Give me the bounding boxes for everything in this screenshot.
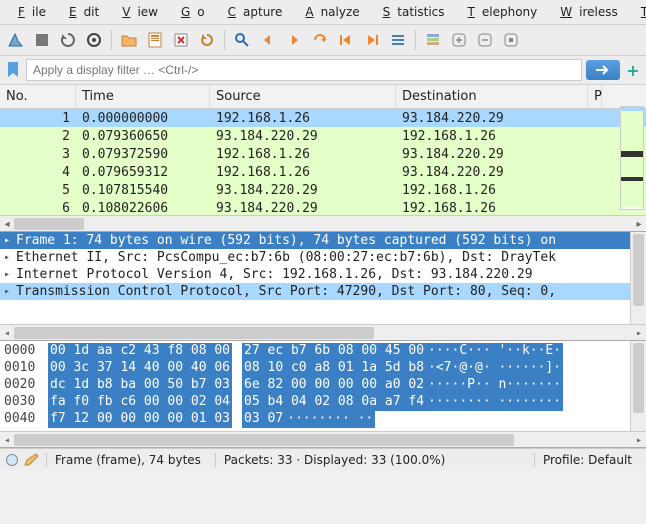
bookmark-icon[interactable] xyxy=(4,61,22,79)
status-packet-counts: Packets: 33 · Displayed: 33 (100.0%) xyxy=(215,453,528,467)
expert-info-icon[interactable] xyxy=(6,454,18,466)
shark-fin-icon[interactable] xyxy=(4,28,28,52)
packet-row[interactable]: 50.10781554093.184.220.29192.168.1.26 xyxy=(0,181,646,199)
go-back-button[interactable] xyxy=(256,28,280,52)
column-header-no[interactable]: No. xyxy=(0,85,76,108)
add-filter-button[interactable]: + xyxy=(624,61,642,79)
menu-file[interactable]: File xyxy=(4,2,53,22)
hex-row[interactable]: 0000 00 1d aa c2 43 f8 08 00 27 ec b7 6b… xyxy=(4,343,642,360)
packet-row[interactable]: 10.000000000192.168.1.2693.184.220.29 xyxy=(0,109,646,127)
capture-options-button[interactable] xyxy=(82,28,106,52)
column-header-source[interactable]: Source xyxy=(210,85,396,108)
open-file-button[interactable] xyxy=(117,28,141,52)
protocol-tree-item[interactable]: ▸Transmission Control Protocol, Src Port… xyxy=(0,283,646,300)
menu-statistics[interactable]: Statistics xyxy=(369,2,452,22)
toolbar-separator xyxy=(415,30,416,50)
menu-analyze[interactable]: Analyze xyxy=(291,2,366,22)
display-filter-input[interactable] xyxy=(26,59,582,81)
hex-row[interactable]: 0030 fa f0 fb c6 00 00 02 04 05 b4 04 02… xyxy=(4,394,642,411)
go-first-button[interactable] xyxy=(334,28,358,52)
packet-list-body[interactable]: 10.000000000192.168.1.2693.184.220.2920.… xyxy=(0,109,646,215)
menu-edit[interactable]: Edit xyxy=(55,2,106,22)
protocol-tree-item[interactable]: ▸Frame 1: 74 bytes on wire (592 bits), 7… xyxy=(0,232,646,249)
column-header-destination[interactable]: Destination xyxy=(396,85,588,108)
find-packet-button[interactable] xyxy=(230,28,254,52)
menu-telephony[interactable]: Telephony xyxy=(454,2,545,22)
toolbar-separator xyxy=(224,30,225,50)
menu-go[interactable]: Go xyxy=(167,2,212,22)
menu-bar: FileEditViewGoCaptureAnalyzeStatisticsTe… xyxy=(0,0,646,25)
packet-list-header[interactable]: No. Time Source Destination P xyxy=(0,85,646,109)
protocol-tree-item[interactable]: ▸Ethernet II, Src: PcsCompu_ec:b7:6b (08… xyxy=(0,249,646,266)
toolbar xyxy=(0,25,646,56)
packet-list-pane: No. Time Source Destination P 10.0000000… xyxy=(0,85,646,232)
horizontal-scrollbar[interactable]: ◂▸ xyxy=(0,215,646,231)
horizontal-scrollbar[interactable]: ◂▸ xyxy=(0,431,646,447)
vertical-scrollbar[interactable] xyxy=(630,341,646,431)
colorize-button[interactable] xyxy=(421,28,445,52)
stop-capture-button[interactable] xyxy=(30,28,54,52)
menu-tools[interactable]: Tools xyxy=(627,2,646,22)
menu-wireless[interactable]: Wireless xyxy=(546,2,624,22)
hex-row[interactable]: 0010 00 3c 37 14 40 00 40 06 08 10 c0 a8… xyxy=(4,360,642,377)
vertical-scrollbar[interactable] xyxy=(630,232,646,324)
go-to-packet-button[interactable] xyxy=(308,28,332,52)
zoom-reset-button[interactable] xyxy=(499,28,523,52)
close-file-button[interactable] xyxy=(169,28,193,52)
packet-row[interactable]: 40.079659312192.168.1.2693.184.220.29 xyxy=(0,163,646,181)
menu-capture[interactable]: Capture xyxy=(214,2,290,22)
reload-file-button[interactable] xyxy=(195,28,219,52)
zoom-in-button[interactable] xyxy=(447,28,471,52)
save-file-button[interactable] xyxy=(143,28,167,52)
packet-row[interactable]: 20.07936065093.184.220.29192.168.1.26 xyxy=(0,127,646,145)
go-forward-button[interactable] xyxy=(282,28,306,52)
status-bar: Frame (frame), 74 bytes Packets: 33 · Di… xyxy=(0,448,646,470)
horizontal-scrollbar[interactable]: ◂▸ xyxy=(0,324,646,340)
protocol-tree-item[interactable]: ▸Internet Protocol Version 4, Src: 192.1… xyxy=(0,266,646,283)
hex-row[interactable]: 0020 dc 1d b8 ba 00 50 b7 03 6e 82 00 00… xyxy=(4,377,642,394)
column-header-time[interactable]: Time xyxy=(76,85,210,108)
column-header-protocol[interactable]: P xyxy=(588,85,602,108)
status-profile[interactable]: Profile: Default xyxy=(534,453,640,467)
restart-capture-button[interactable] xyxy=(56,28,80,52)
display-filter-bar: + xyxy=(0,56,646,85)
menu-view[interactable]: View xyxy=(108,2,165,22)
go-last-button[interactable] xyxy=(360,28,384,52)
intelligent-scrollbar[interactable] xyxy=(620,106,644,210)
packet-row[interactable]: 60.10802260693.184.220.29192.168.1.26 xyxy=(0,199,646,215)
hex-row[interactable]: 0040 f7 12 00 00 00 00 01 03 03 07 ·····… xyxy=(4,411,642,428)
toolbar-separator xyxy=(111,30,112,50)
zoom-out-button[interactable] xyxy=(473,28,497,52)
edit-capture-comment-icon[interactable] xyxy=(24,453,40,467)
packet-details-pane: ▸Frame 1: 74 bytes on wire (592 bits), 7… xyxy=(0,232,646,341)
status-frame-info: Frame (frame), 74 bytes xyxy=(46,453,209,467)
apply-filter-button[interactable] xyxy=(586,60,620,80)
packet-row[interactable]: 30.079372590192.168.1.2693.184.220.29 xyxy=(0,145,646,163)
packet-bytes-pane: 0000 00 1d aa c2 43 f8 08 00 27 ec b7 6b… xyxy=(0,341,646,448)
auto-scroll-button[interactable] xyxy=(386,28,410,52)
